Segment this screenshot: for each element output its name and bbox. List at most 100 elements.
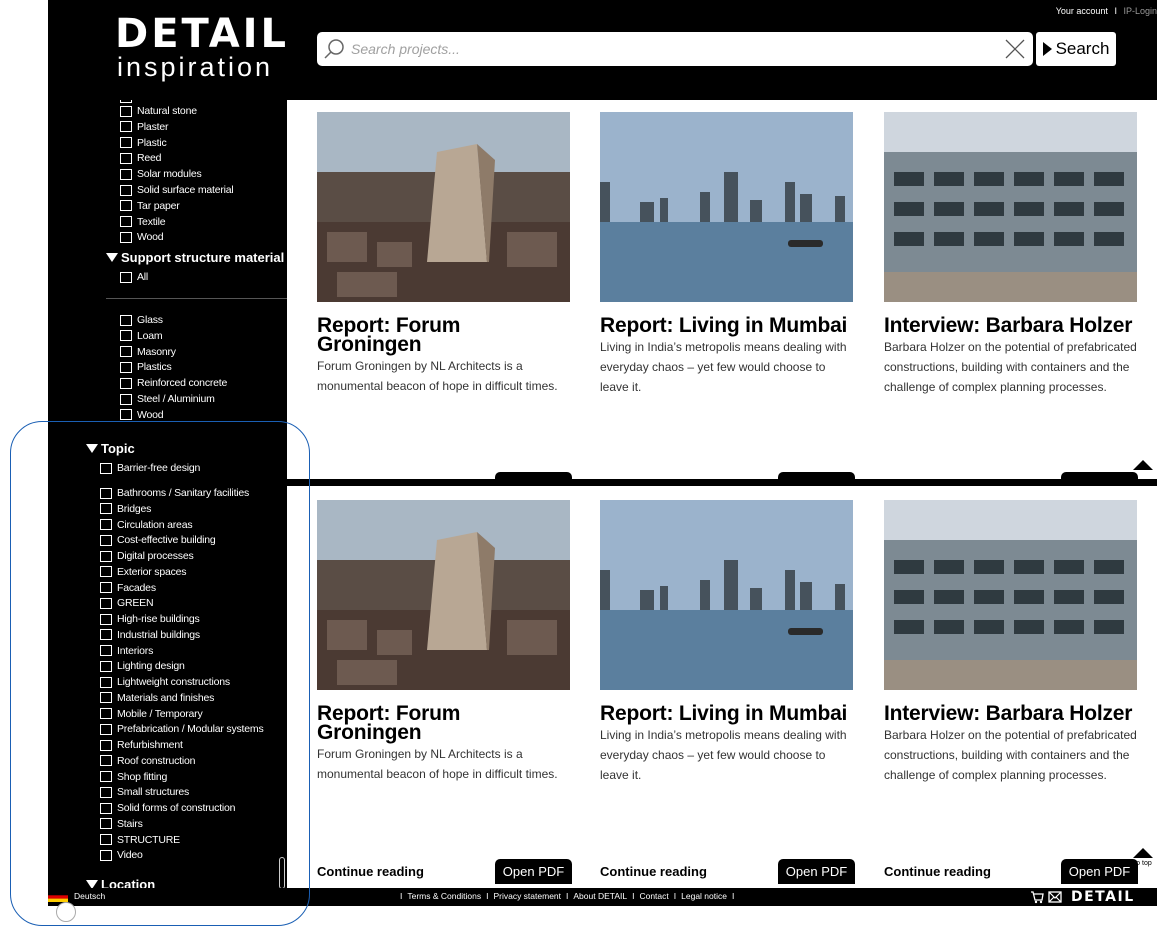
card-title[interactable]: Report: Forum Groningen — [317, 703, 570, 743]
topic-checkbox[interactable]: Cost-effective building — [100, 533, 216, 547]
topic-checkbox[interactable]: Lighting design — [100, 659, 185, 673]
topic-checkbox[interactable]: Video — [100, 848, 143, 862]
checkbox[interactable] — [100, 566, 112, 578]
checkbox[interactable] — [100, 755, 112, 767]
project-card[interactable]: Interview: Barbara Holzer Barbara Holzer… — [884, 500, 1137, 785]
topic-checkbox[interactable]: Industrial buildings — [100, 628, 200, 642]
search-button[interactable]: Search — [1036, 32, 1116, 66]
topic-heading[interactable]: Topic — [86, 441, 135, 456]
project-image-mumbai[interactable] — [600, 500, 853, 690]
topic-checkbox[interactable]: STRUCTURE — [100, 833, 180, 847]
support-material-checkbox[interactable]: Glass — [120, 313, 163, 327]
checkbox[interactable] — [100, 676, 112, 688]
mail-icon[interactable] — [1048, 891, 1062, 903]
material-checkbox[interactable]: Natural stone — [120, 104, 197, 118]
topic-checkbox[interactable]: Circulation areas — [100, 518, 193, 532]
open-pdf-button[interactable]: Open PDF — [778, 859, 855, 884]
topic-checkbox[interactable]: Bathrooms / Sanitary facilities — [100, 486, 249, 500]
topic-checkbox[interactable]: Mobile / Temporary — [100, 707, 203, 721]
continue-reading-link[interactable]: Continue reading — [317, 864, 424, 879]
footer-link[interactable]: Contact — [639, 891, 668, 901]
checkbox[interactable] — [120, 231, 132, 243]
checkbox[interactable] — [100, 834, 112, 845]
checkbox[interactable] — [120, 105, 132, 117]
checkbox[interactable] — [120, 271, 132, 283]
topic-checkbox[interactable]: Prefabrication / Modular systems — [100, 722, 264, 736]
support-all-checkbox[interactable]: All — [120, 270, 148, 284]
checkbox[interactable] — [100, 534, 112, 546]
checkbox[interactable] — [120, 121, 132, 133]
topic-checkbox[interactable]: High-rise buildings — [100, 612, 200, 626]
topic-checkbox[interactable]: Lightweight constructions — [100, 675, 230, 689]
checkbox[interactable] — [120, 377, 132, 389]
topic-checkbox[interactable]: Shop fitting — [100, 770, 167, 784]
support-material-checkbox[interactable]: Plastics — [120, 360, 172, 374]
checkbox[interactable] — [100, 818, 112, 830]
checkbox[interactable] — [120, 409, 132, 421]
topic-checkbox[interactable]: Bridges — [100, 502, 151, 516]
topic-checkbox[interactable]: Materials and finishes — [100, 691, 214, 705]
open-pdf-button[interactable]: Open PDF — [495, 859, 572, 884]
checkbox[interactable] — [120, 393, 132, 405]
topic-first-checkbox[interactable]: Barrier-free design — [100, 461, 200, 475]
card-title[interactable]: Report: Living in Mumbai — [600, 703, 853, 724]
checkbox[interactable] — [100, 550, 112, 562]
topic-checkbox[interactable]: Refurbishment — [100, 738, 183, 752]
support-material-checkbox[interactable]: Masonry — [120, 345, 176, 359]
checkbox[interactable] — [120, 330, 132, 342]
footer-link[interactable]: About DETAIL — [573, 891, 627, 901]
footer-link[interactable]: Privacy statement — [493, 891, 561, 901]
sidebar-scrollbar[interactable] — [279, 857, 285, 888]
checkbox[interactable] — [120, 346, 132, 358]
checkbox[interactable] — [100, 613, 112, 625]
topic-checkbox[interactable]: Interiors — [100, 644, 153, 658]
support-material-checkbox[interactable]: Reinforced concrete — [120, 376, 227, 390]
checkbox[interactable] — [120, 100, 132, 103]
project-card[interactable]: Report: Living in Mumbai Living in India… — [600, 112, 853, 397]
material-checkbox[interactable]: Solar modules — [120, 167, 202, 181]
card-title[interactable]: Interview: Barbara Holzer — [884, 703, 1137, 724]
project-card[interactable]: Report: Living in Mumbai Living in India… — [600, 500, 853, 785]
project-image-groningen[interactable] — [317, 112, 570, 302]
checkbox[interactable] — [100, 629, 112, 641]
search-input[interactable] — [351, 38, 991, 60]
checkbox[interactable] — [120, 168, 132, 180]
project-image-holzer[interactable] — [884, 500, 1137, 690]
topic-checkbox[interactable]: Facades — [100, 581, 156, 595]
footer-link[interactable]: Legal notice — [681, 891, 727, 901]
material-checkbox[interactable]: Textile — [120, 215, 166, 229]
clear-search-icon[interactable] — [1004, 38, 1026, 60]
continue-reading-link[interactable]: Continue reading — [600, 864, 707, 879]
topic-checkbox[interactable]: Exterior spaces — [100, 565, 187, 579]
checkbox[interactable] — [120, 361, 132, 373]
continue-reading-link[interactable]: Continue reading — [884, 864, 991, 879]
detail-logo[interactable]: DETAIL — [115, 14, 289, 54]
checkbox[interactable] — [120, 314, 132, 326]
topic-checkbox[interactable]: Solid forms of construction — [100, 801, 236, 815]
checkbox[interactable] — [100, 739, 112, 751]
project-image-mumbai[interactable] — [600, 112, 853, 302]
material-checkbox[interactable]: Reed — [120, 151, 162, 165]
checkbox[interactable] — [120, 152, 132, 164]
checkbox[interactable] — [100, 708, 112, 719]
topic-checkbox[interactable]: Digital processes — [100, 549, 194, 563]
checkbox[interactable] — [100, 660, 112, 672]
material-checkbox[interactable]: Plastic — [120, 136, 167, 150]
checkbox-partial[interactable] — [120, 100, 137, 103]
project-card[interactable]: Report: Forum Groningen Forum Groningen … — [317, 112, 570, 396]
search-box[interactable] — [317, 32, 1033, 66]
ip-login-link[interactable]: IP-Login — [1123, 6, 1157, 16]
checkbox[interactable] — [100, 487, 112, 499]
project-card[interactable]: Interview: Barbara Holzer Barbara Holzer… — [884, 112, 1137, 397]
your-account-link[interactable]: Your account — [1056, 6, 1108, 16]
checkbox[interactable] — [120, 184, 132, 196]
checkbox[interactable] — [100, 519, 112, 530]
support-material-checkbox[interactable]: Steel / Aluminium — [120, 392, 215, 406]
checkbox[interactable] — [100, 462, 112, 474]
location-heading[interactable]: Location — [86, 877, 155, 888]
checkbox[interactable] — [100, 503, 112, 515]
checkbox[interactable] — [120, 216, 132, 228]
german-flag-icon[interactable] — [48, 892, 68, 902]
checkbox[interactable] — [100, 849, 112, 861]
to-top-button[interactable]: to top — [1133, 848, 1153, 867]
